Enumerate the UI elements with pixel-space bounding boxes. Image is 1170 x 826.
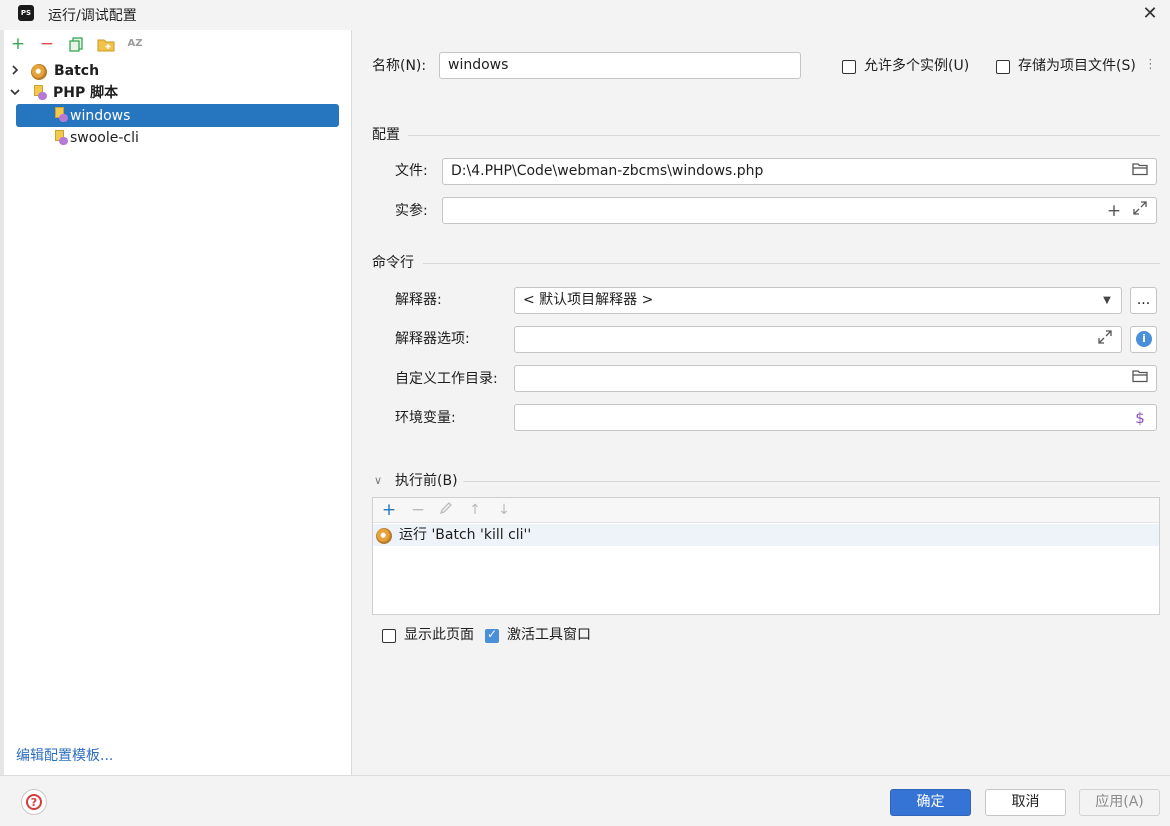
config-section-title: 配置 <box>372 127 400 143</box>
edit-icon[interactable] <box>436 500 456 520</box>
before-launch-task-row[interactable]: 运行 'Batch 'kill cli'' <box>373 524 1159 546</box>
name-input[interactable]: windows <box>439 52 801 79</box>
phpstorm-app-icon: PS <box>18 5 34 21</box>
expand-icon[interactable] <box>1130 201 1150 221</box>
arrow-up-icon[interactable]: ↑ <box>465 500 485 520</box>
copy-icon[interactable] <box>66 34 86 54</box>
before-launch-panel: + − ↑ ↓ 运行 'Batch 'kill cli'' <box>372 497 1160 615</box>
more-options-icon[interactable]: ⋮ <box>1144 54 1157 76</box>
cmdline-section-title: 命令行 <box>372 255 414 271</box>
interpreter-more-button[interactable]: ... <box>1130 287 1157 314</box>
section-divider <box>463 481 1160 482</box>
interpreter-label: 解释器: <box>395 292 442 308</box>
interpreter-select[interactable]: < 默认项目解释器 > ▼ <box>514 287 1122 314</box>
add-icon[interactable]: + <box>8 34 28 54</box>
name-label: 名称(N): <box>372 58 427 74</box>
window-title: 运行/调试配置 <box>48 8 137 24</box>
section-divider <box>408 135 1160 136</box>
workdir-label: 自定义工作目录: <box>395 371 498 387</box>
chevron-down-icon[interactable] <box>9 82 21 104</box>
args-input[interactable]: + <box>442 197 1157 224</box>
add-icon[interactable]: + <box>379 500 399 520</box>
file-label: 文件: <box>395 163 428 179</box>
browse-folder-icon[interactable] <box>1130 369 1150 389</box>
close-icon[interactable]: ✕ <box>1140 4 1160 24</box>
chevron-down-icon[interactable]: ▼ <box>1097 291 1117 311</box>
before-launch-toolbar: + − ↑ ↓ <box>373 498 1159 523</box>
tree-item-swoole-cli[interactable]: swoole-cli <box>70 127 139 149</box>
env-dollar-icon[interactable]: $ <box>1130 408 1150 428</box>
store-as-project-label: 存储为项目文件(S) <box>1018 58 1136 74</box>
php-file-icon <box>53 130 68 146</box>
cancel-button[interactable]: 取消 <box>985 789 1066 816</box>
before-launch-task-label: 运行 'Batch 'kill cli'' <box>399 527 532 543</box>
batch-config-icon <box>376 528 392 544</box>
tree-item-php-script[interactable]: PHP 脚本 <box>53 82 118 104</box>
sort-az-icon[interactable]: AZ <box>125 34 145 54</box>
title-bar: PS 运行/调试配置 ✕ <box>0 0 1170 30</box>
activate-tool-window-label: 激活工具窗口 <box>507 627 591 643</box>
interpreter-options-label: 解释器选项: <box>395 331 470 347</box>
env-input[interactable]: $ <box>514 404 1157 431</box>
add-arg-icon[interactable]: + <box>1104 201 1124 221</box>
config-form-panel <box>353 30 1170 775</box>
remove-icon[interactable]: − <box>408 500 428 520</box>
chevron-down-icon[interactable]: ∨ <box>374 470 382 492</box>
env-label: 环境变量: <box>395 410 456 426</box>
tree-item-windows[interactable]: windows <box>70 105 130 127</box>
help-icon: ? <box>26 794 42 810</box>
help-button[interactable]: ? <box>21 789 47 815</box>
activate-tool-window-checkbox[interactable] <box>485 627 499 643</box>
ok-button[interactable]: 确定 <box>890 789 971 816</box>
apply-button[interactable]: 应用(A) <box>1079 789 1160 816</box>
remove-icon[interactable]: − <box>37 34 57 54</box>
workdir-input[interactable] <box>514 365 1157 392</box>
args-label: 实参: <box>395 203 428 219</box>
browse-folder-icon[interactable] <box>1130 162 1150 182</box>
store-as-project-checkbox[interactable] <box>996 60 1010 74</box>
info-button[interactable]: i <box>1130 326 1157 353</box>
edit-templates-link[interactable]: 编辑配置模板... <box>16 745 113 765</box>
batch-config-icon <box>31 64 47 80</box>
folder-icon[interactable] <box>96 34 116 54</box>
chevron-right-icon[interactable] <box>9 60 21 82</box>
php-file-icon <box>53 107 68 123</box>
arrow-down-icon[interactable]: ↓ <box>494 500 514 520</box>
file-input[interactable]: D:\4.PHP\Code\webman-zbcms\windows.php <box>442 158 1157 185</box>
show-page-label: 显示此页面 <box>404 627 474 643</box>
tree-item-batch[interactable]: Batch <box>54 60 99 82</box>
info-icon: i <box>1136 331 1152 347</box>
show-page-checkbox[interactable] <box>382 629 396 643</box>
expand-icon[interactable] <box>1095 330 1115 350</box>
section-divider <box>423 263 1160 264</box>
allow-multiple-checkbox[interactable] <box>842 60 856 74</box>
allow-multiple-label: 允许多个实例(U) <box>864 58 970 74</box>
interpreter-options-input[interactable] <box>514 326 1122 353</box>
before-launch-section-title[interactable]: 执行前(B) <box>395 471 458 491</box>
php-script-icon <box>32 85 47 101</box>
